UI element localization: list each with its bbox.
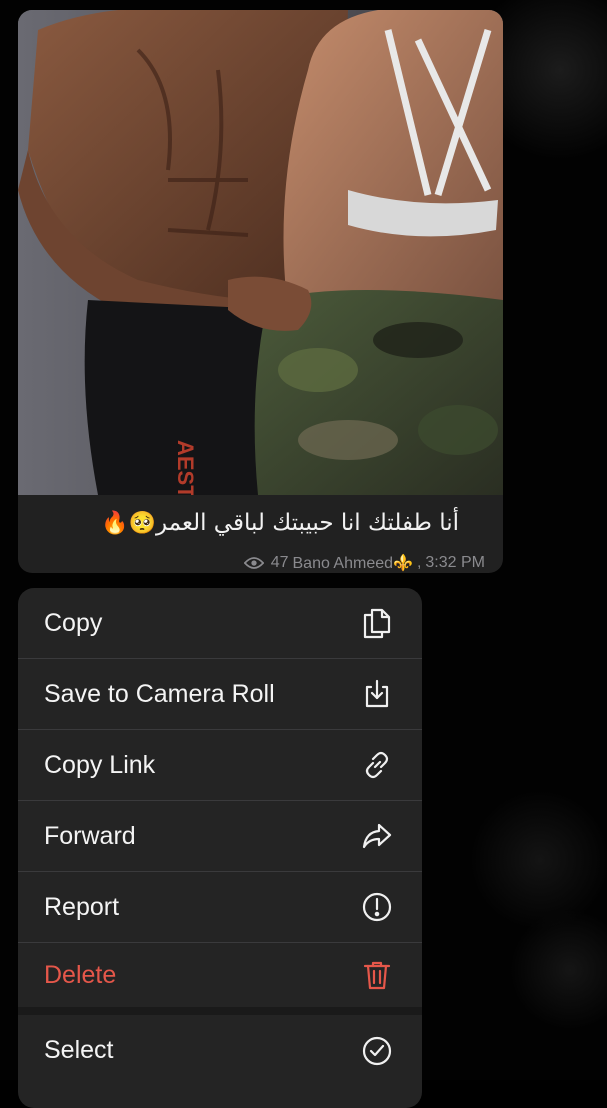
download-icon xyxy=(365,679,389,708)
message-meta: 47 Bano Ahmeed⚜️, 3:32 PM xyxy=(243,553,485,573)
menu-item-label: Forward xyxy=(44,821,136,850)
menu-item-copy-link[interactable]: Copy Link xyxy=(18,730,422,801)
photo-pants-print: AEST xyxy=(173,440,198,495)
caption-emoji: 🥺🔥 xyxy=(101,511,156,536)
menu-item-save-to-camera-roll[interactable]: Save to Camera Roll xyxy=(18,659,422,730)
author-name: Bano Ahmeed⚜️ xyxy=(292,555,413,572)
message-photo[interactable]: AEST xyxy=(18,10,503,495)
menu-item-delete[interactable]: Delete xyxy=(18,943,422,1015)
menu-item-label: Select xyxy=(44,1036,114,1064)
check-circle-icon xyxy=(362,1036,392,1065)
menu-item-copy[interactable]: Copy xyxy=(18,588,422,659)
menu-item-select[interactable]: Select xyxy=(18,1015,422,1086)
trash-icon xyxy=(363,961,391,990)
menu-item-label: Copy xyxy=(44,608,103,637)
forward-icon xyxy=(362,823,392,849)
link-icon xyxy=(365,751,389,779)
view-count: 47 xyxy=(270,554,289,571)
context-menu: Copy Save to Camera Roll Copy Link Forwa… xyxy=(18,588,422,1108)
caption-text: أنا طفلتك انا حبيبتك لباقي العمر xyxy=(156,510,459,536)
meta-separator: , xyxy=(416,554,422,571)
menu-item-report[interactable]: Report xyxy=(18,872,422,943)
eye-icon xyxy=(243,557,264,569)
menu-item-label: Report xyxy=(44,892,120,921)
message-caption: أنا طفلتك انا حبيبتك لباقي العمر🥺🔥 xyxy=(101,510,459,536)
menu-item-label: Save to Camera Roll xyxy=(44,679,275,708)
menu-item-label: Copy Link xyxy=(44,750,156,779)
message-time: 3:32 PM xyxy=(425,554,485,571)
menu-item-forward[interactable]: Forward xyxy=(18,801,422,872)
menu-item-label: Delete xyxy=(44,960,117,989)
report-icon xyxy=(362,892,392,922)
copy-icon xyxy=(363,608,391,639)
message-bubble[interactable]: AEST أنا طفلتك انا حبيبتك لباقي العمر🥺🔥 … xyxy=(18,10,503,573)
